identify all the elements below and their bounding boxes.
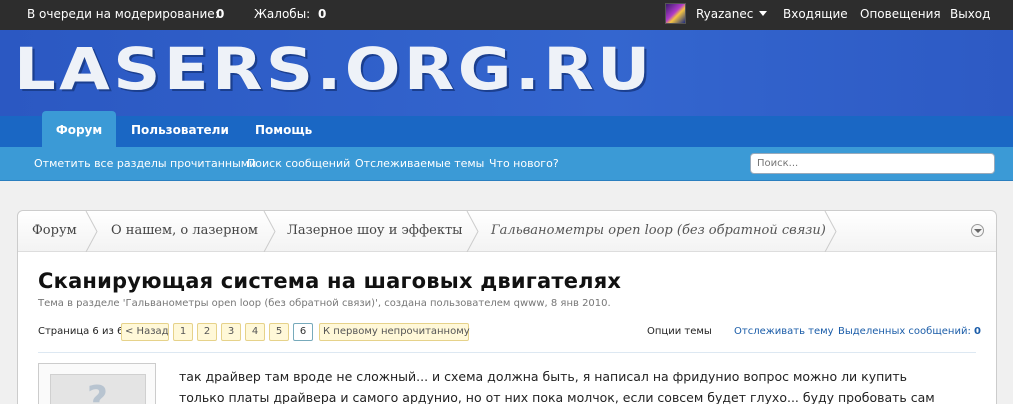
breadcrumb-current[interactable]: Гальванометры open loop (без обратной св… [491,211,826,251]
breadcrumb-category[interactable]: О нашем, о лазерном [111,211,258,251]
mark-all-read-link[interactable]: Отметить все разделы прочитанными [34,147,256,181]
page-link-5[interactable]: 5 [269,323,289,341]
page-title: Сканирующая система на шаговых двигателя… [38,269,622,293]
tab-members[interactable]: Пользователи [131,116,229,147]
thread-meta: Тема в разделе 'Гальванометры open loop … [38,298,611,309]
breadcrumb: Форум О нашем, о лазерном Лазерное шоу и… [18,211,996,252]
breadcrumb-separator-icon [263,211,276,252]
page-count-label: Страница 6 из 6 [38,326,124,337]
complaints-count: 0 [318,7,327,21]
chevron-down-icon [759,11,768,16]
header-logo-band: LASERS.ORG.RU [0,30,1013,116]
moderation-queue-link[interactable]: В очереди на модерирование: [27,0,219,28]
page-link-3[interactable]: 3 [221,323,241,341]
user-menu[interactable]: Ryazanec [696,0,768,28]
tab-forum[interactable]: Форум [42,111,116,147]
watched-threads-link[interactable]: Отслеживаемые темы [355,147,484,181]
post-line: только платы драйвера и самого ардунио, … [179,390,935,404]
site-logo[interactable]: LASERS.ORG.RU [14,38,654,100]
page-link-2[interactable]: 2 [197,323,217,341]
whats-new-link[interactable]: Что нового? [489,147,559,181]
search-input[interactable] [750,153,995,174]
breadcrumb-separator-icon [466,211,479,252]
breadcrumb-separator-icon [824,211,837,252]
breadcrumb-section[interactable]: Лазерное шоу и эффекты [287,211,463,251]
page-link-1[interactable]: 1 [173,323,193,341]
page-link-current[interactable]: 6 [293,323,313,341]
prev-page-button[interactable]: < Назад [121,323,169,341]
main-content: Форум О нашем, о лазерном Лазерное шоу и… [17,210,997,404]
jump-menu-icon[interactable] [971,224,984,237]
selected-posts-link[interactable]: Выделенных сообщений: 0 [838,323,981,341]
post-line: так драйвер там вроде не сложный... и сх… [179,369,908,384]
alerts-link[interactable]: Оповещения [860,0,941,28]
main-nav: Форум Пользователи Помощь [0,111,1013,147]
admin-bar: В очереди на модерирование: 0 Жалобы: 0 … [0,0,1013,30]
breadcrumb-forum[interactable]: Форум [32,211,77,251]
breadcrumb-separator-icon [85,211,98,252]
post-message: так драйвер там вроде не сложный... и сх… [179,366,979,404]
logout-link[interactable]: Выход [950,0,990,28]
thread-options-menu[interactable]: Опции темы [647,323,712,341]
first-unread-button[interactable]: К первому непрочитанному [319,323,470,341]
username: Ryazanec [696,7,754,21]
complaints-link[interactable]: Жалобы: [254,0,310,28]
avatar[interactable] [38,363,156,404]
page-link-4[interactable]: 4 [245,323,265,341]
divider [38,352,976,353]
tab-help[interactable]: Помощь [255,116,312,147]
user-avatar[interactable] [665,3,686,24]
watch-thread-link[interactable]: Отслеживать тему [734,323,834,341]
selected-count: 0 [974,326,981,337]
sub-nav: Отметить все разделы прочитанными Поиск … [0,147,1013,181]
inbox-link[interactable]: Входящие [783,0,848,28]
moderation-count: 0 [216,7,225,21]
search-posts-link[interactable]: Поиск сообщений [247,147,350,181]
